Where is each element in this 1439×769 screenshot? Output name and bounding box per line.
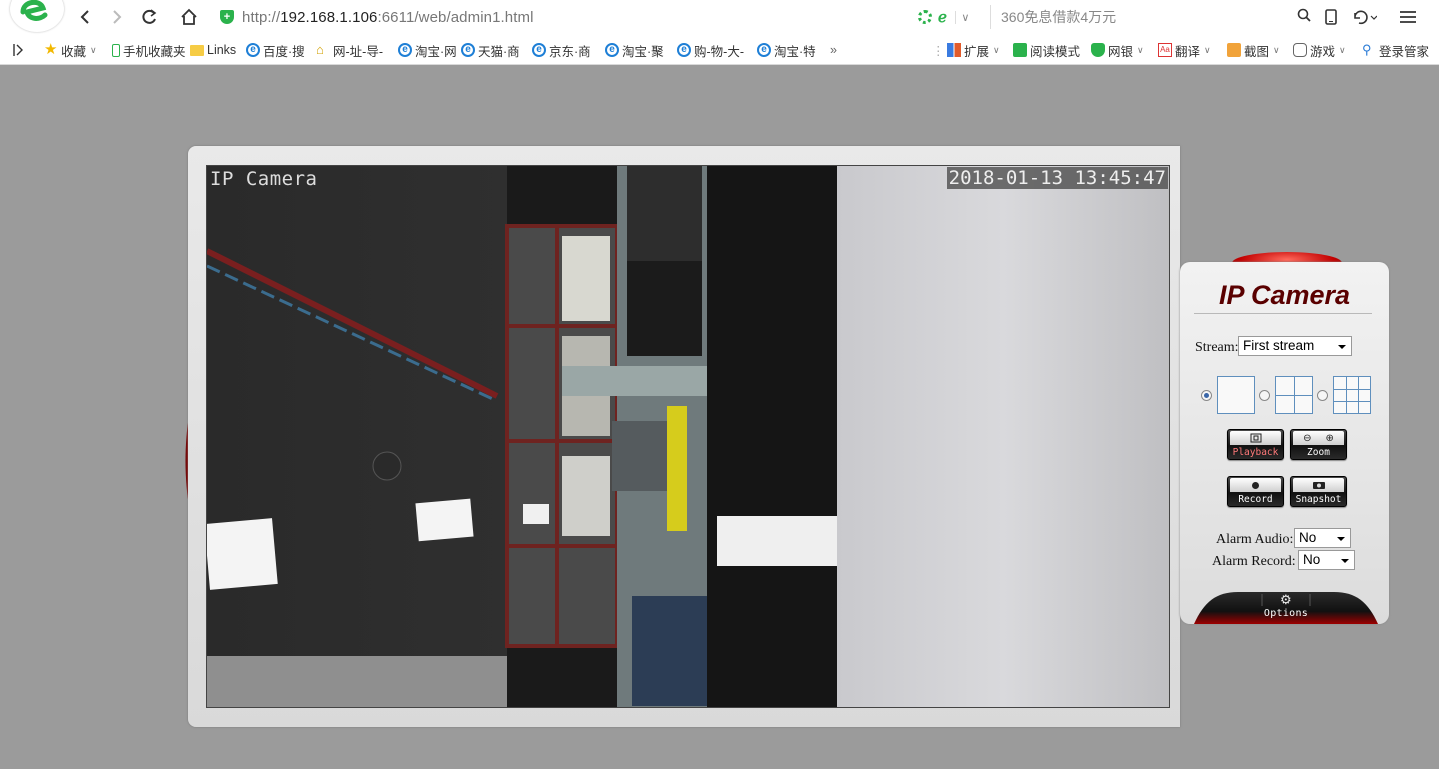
zoom-in-icon[interactable]: ⊕ [1326, 433, 1334, 444]
bookmark-baidu[interactable]: e 百度·搜 [246, 42, 305, 59]
extension-online-banking[interactable]: 网银 ∨ [1091, 42, 1144, 59]
record-button[interactable]: Record [1227, 476, 1284, 507]
record-icon [1252, 481, 1259, 489]
ie-icon: e [677, 43, 691, 57]
scissors-icon [1227, 43, 1241, 57]
options-button[interactable]: ⚙ Options [1194, 592, 1378, 624]
ie-icon: e [246, 43, 260, 57]
gamepad-icon [1293, 43, 1307, 57]
snapshot-button[interactable]: Snapshot [1290, 476, 1347, 507]
search-box[interactable]: 360免息借款4万元 [990, 5, 1315, 29]
forward-button[interactable] [104, 5, 130, 29]
refresh-button[interactable] [136, 5, 162, 29]
home-button[interactable] [176, 5, 202, 29]
alarm-audio-select[interactable]: No [1294, 528, 1351, 548]
layout-1-icon[interactable] [1217, 376, 1255, 414]
ie-icon: e [461, 43, 475, 57]
panel-title: IP Camera [1218, 280, 1351, 310]
browser-tools [1325, 5, 1417, 29]
layout-4-radio[interactable] [1259, 390, 1270, 401]
bookmarks-bar: ★ 收藏 ∨ 手机收藏夹 Links e 百度·搜 ⌂ 网-址-导- e 淘宝·网 e 天猫… [0, 36, 1439, 65]
camera-icon [1312, 482, 1325, 489]
chevron-down-icon [1338, 345, 1346, 349]
chevron-down-icon [1341, 559, 1349, 563]
stream-select[interactable]: First stream [1238, 336, 1352, 356]
extension-translate[interactable]: Aa 翻译 ∨ [1158, 42, 1211, 59]
playback-button[interactable]: Playback [1227, 429, 1284, 460]
alarm-record-select[interactable]: No [1298, 550, 1355, 570]
extension-screenshot[interactable]: 截图 ∨ [1227, 42, 1280, 59]
extension-expand[interactable]: 扩展 ∨ [947, 42, 1000, 59]
home-icon: ⌂ [316, 42, 324, 57]
grid-icon [947, 43, 961, 57]
bookmark-taobao-special[interactable]: e 淘宝·特 [757, 42, 816, 59]
layout-9-radio[interactable] [1317, 390, 1328, 401]
extension-reading-mode[interactable]: 阅读模式 [1013, 42, 1080, 59]
live-video[interactable]: IP Camera 2018-01-13 13:45:47 [206, 165, 1170, 708]
layout-9-icon[interactable] [1333, 376, 1371, 414]
panel-divider [1194, 313, 1372, 314]
extension-login-manager[interactable]: ⚲ 登录管家 [1362, 42, 1429, 59]
bookmark-nav[interactable]: ⌂ 网-址-导- [316, 42, 383, 59]
stream-label: Stream: [1195, 340, 1239, 355]
bookmark-links[interactable]: Links [190, 42, 236, 58]
bookmark-mobile-favorites[interactable]: 手机收藏夹 [112, 42, 186, 59]
layout-4-icon[interactable] [1275, 376, 1313, 414]
compat-mode-icon[interactable] [918, 10, 932, 24]
bookmark-jd[interactable]: e 京东·商 [532, 42, 591, 59]
layout-1-radio[interactable] [1201, 390, 1212, 401]
mobile-icon[interactable] [1325, 9, 1337, 25]
control-panel: IP Camera Stream: First stream Playback … [1180, 262, 1389, 624]
ie-icon: e [605, 43, 619, 57]
osd-timestamp: 2018-01-13 13:45:47 [946, 167, 1168, 189]
extension-divider-icon: ⋮ [932, 43, 945, 58]
address-bar-actions: ℯ ∨ [918, 5, 975, 29]
search-icon[interactable] [1297, 8, 1311, 24]
browser-logo-icon[interactable] [10, 0, 64, 32]
book-icon [1013, 43, 1027, 57]
address-dropdown-icon[interactable]: ∨ [954, 10, 975, 24]
camera-feed-image [207, 166, 1169, 707]
playback-icon [1250, 433, 1261, 443]
menu-icon[interactable] [1399, 9, 1417, 25]
undo-icon[interactable] [1351, 9, 1377, 25]
bookmark-tmall[interactable]: e 天猫·商 [461, 42, 520, 59]
secure-shield-icon: + [220, 10, 234, 24]
search-input[interactable]: 360免息借款4万元 [1001, 7, 1116, 27]
shield-icon [1091, 43, 1105, 57]
key-icon: ⚲ [1362, 42, 1372, 57]
gear-icon: ⚙ [1280, 592, 1292, 607]
translate-icon: Aa [1158, 43, 1172, 57]
alarm-audio-label: Alarm Audio: [1216, 532, 1294, 547]
zoom-button[interactable]: ⊖ ⊕ Zoom [1290, 429, 1347, 460]
url-text[interactable]: http://192.168.1.106:6611/web/admin1.htm… [242, 9, 534, 26]
ie-icon: e [398, 43, 412, 57]
sidebar-toggle-icon[interactable] [12, 42, 24, 58]
zoom-out-icon[interactable]: ⊖ [1303, 433, 1311, 444]
chevron-down-icon [1337, 537, 1345, 541]
bookmark-favorites[interactable]: ★ 收藏 ∨ [44, 41, 97, 59]
folder-icon [190, 44, 204, 56]
alarm-record-label: Alarm Record: [1212, 554, 1296, 569]
back-button[interactable] [72, 5, 98, 29]
extension-games[interactable]: 游戏 ∨ [1293, 42, 1346, 59]
more-bookmarks-icon[interactable]: » [830, 42, 837, 58]
ie-icon: e [757, 43, 771, 57]
engine-switch-icon[interactable]: ℯ [938, 8, 947, 26]
bookmark-taobao[interactable]: e 淘宝·网 [398, 42, 457, 59]
bookmark-juhuasuan[interactable]: e 淘宝·聚 [605, 42, 664, 59]
osd-camera-name: IP Camera [210, 168, 318, 190]
star-icon: ★ [44, 41, 58, 58]
bookmark-shopping[interactable]: e 购-物-大- [677, 42, 744, 59]
address-bar[interactable]: + http://192.168.1.106:6611/web/admin1.h… [220, 5, 990, 29]
browser-toolbar: + http://192.168.1.106:6611/web/admin1.h… [0, 0, 1439, 36]
ie-icon: e [532, 43, 546, 57]
phone-icon [112, 43, 120, 57]
